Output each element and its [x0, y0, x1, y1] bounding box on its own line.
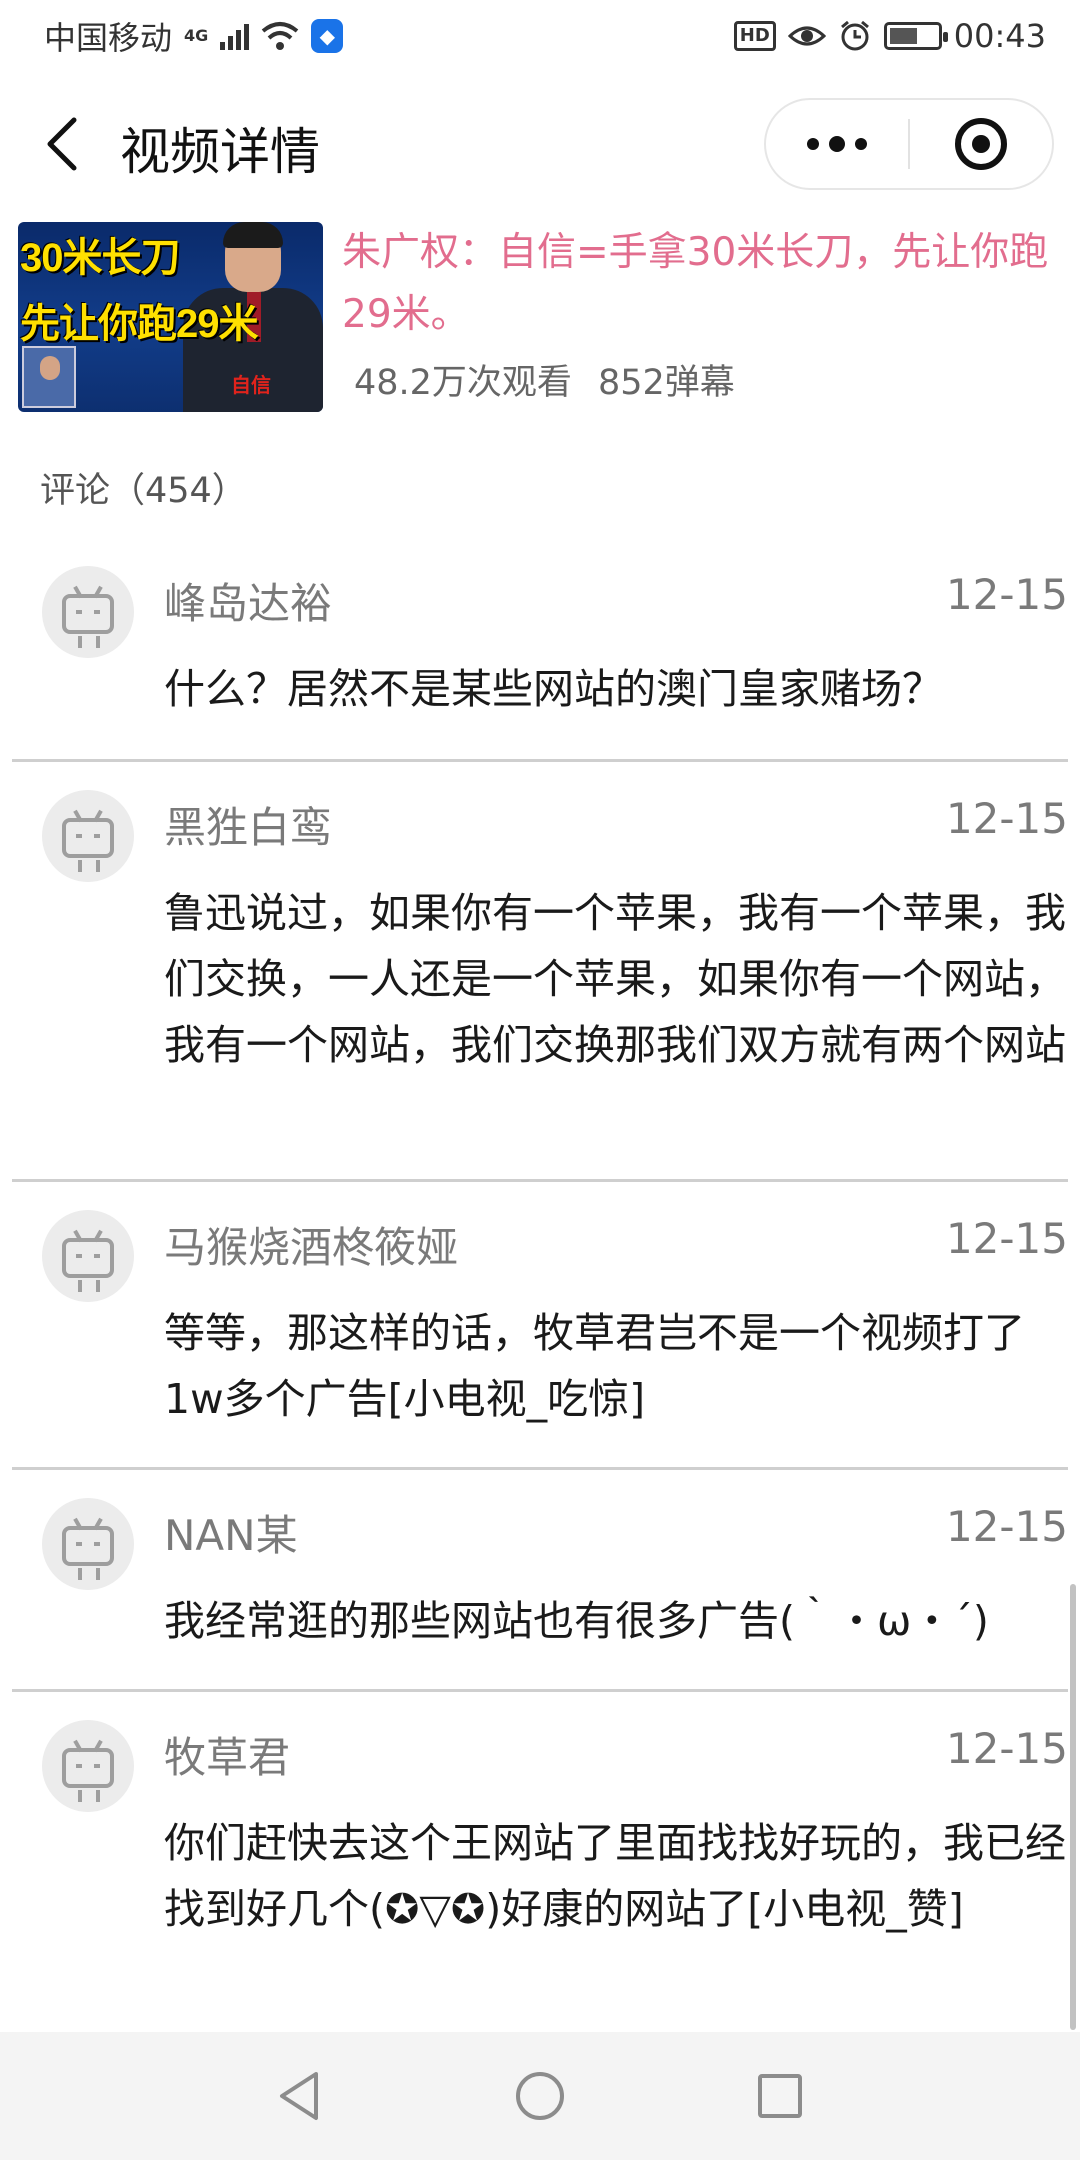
comment-date: 12-15 [945, 794, 1068, 843]
comment-date: 12-15 [945, 1214, 1068, 1263]
alarm-icon [840, 20, 869, 51]
avatar[interactable] [42, 1720, 134, 1812]
hd-icon: HD [733, 21, 776, 51]
battery-icon [883, 22, 948, 50]
comments-header: 评论（454） [40, 471, 247, 511]
status-right: HD 00:43 [733, 17, 1046, 55]
comment-author[interactable]: 牧草君 [164, 1724, 290, 1785]
tv-avatar-icon [62, 818, 114, 858]
thumbnail-inset [22, 346, 76, 408]
signal-icon [220, 22, 250, 50]
nav-back-icon[interactable] [270, 2066, 330, 2126]
network-type: 4G [184, 26, 209, 45]
comment-date: 12-15 [945, 1724, 1068, 1773]
video-meta: 48.2万次观看 852弹幕 [354, 354, 735, 405]
comment-text: 你们赶快去这个王网站了里面找找好玩的，我已经找到好几个(✪▽✪)好康的网站了[小… [164, 1819, 1066, 1933]
eye-icon [787, 26, 826, 46]
scrollbar[interactable] [1070, 1584, 1076, 2030]
comment-text: 等等，那这样的话，牧草君岂不是一个视频打了1w多个广告[小电视_吃惊] [164, 1309, 1025, 1423]
comment-author[interactable]: 黑狌白鸾 [164, 794, 332, 855]
thumbnail-caption-2: 先让你跑29米 [20, 302, 258, 346]
battery-level [889, 28, 918, 44]
avatar[interactable] [42, 1210, 134, 1302]
comment-item[interactable]: 黑狌白鸾 12-15 鲁迅说过，如果你有一个苹果，我有一个苹果，我们交换，一人还… [12, 762, 1068, 1182]
video-card[interactable]: 30米长刀 先让你跑29米 自信 朱广权：自信=手拿30米长刀，先让你跑29米。… [18, 222, 1062, 414]
avatar[interactable] [42, 790, 134, 882]
thumbnail-badge: 自信 [231, 373, 271, 397]
comment-item[interactable]: NAN某 12-15 我经常逛的那些网站也有很多广告(｀・ω・´) [12, 1470, 1068, 1692]
comment-author[interactable]: 马猴烧酒柊筱娅 [164, 1214, 458, 1275]
video-title[interactable]: 朱广权：自信=手拿30米长刀，先让你跑29米。 [342, 222, 1062, 346]
comment-date: 12-15 [945, 1502, 1068, 1551]
video-thumbnail[interactable]: 30米长刀 先让你跑29米 自信 [18, 222, 323, 412]
comment-date: 12-15 [945, 570, 1068, 619]
miniprogram-capsule [764, 98, 1054, 190]
status-bar: 中国移动 4G ◆ HD 00:43 [0, 0, 1080, 72]
nav-home-icon[interactable] [510, 2066, 570, 2126]
clock: 00:43 [953, 17, 1046, 55]
comment-item[interactable]: 马猴烧酒柊筱娅 12-15 等等，那这样的话，牧草君岂不是一个视频打了1w多个广… [12, 1182, 1068, 1470]
comment-item[interactable]: 牧草君 12-15 你们赶快去这个王网站了里面找找好玩的，我已经找到好几个(✪▽… [12, 1692, 1068, 2032]
avatar[interactable] [42, 1498, 134, 1590]
system-nav-bar [0, 2032, 1080, 2160]
comment-text: 我经常逛的那些网站也有很多广告(｀・ω・´) [164, 1597, 989, 1645]
thumbnail-caption-1: 30米长刀 [20, 236, 180, 280]
back-icon[interactable] [40, 114, 84, 174]
status-left: 中国移动 4G ◆ [44, 13, 344, 59]
wifi-icon [262, 22, 299, 50]
tv-avatar-icon [62, 594, 114, 634]
danmaku-count: 852弹幕 [597, 363, 735, 403]
nav-recents-icon[interactable] [750, 2066, 810, 2126]
tv-avatar-icon [62, 1238, 114, 1278]
page-title: 视频详情 [120, 123, 320, 181]
comment-item[interactable]: 峰岛达裕 12-15 什么？居然不是某些网站的澳门皇家赌场？ [12, 538, 1068, 762]
tv-avatar-icon [62, 1526, 114, 1566]
tv-avatar-icon [62, 1748, 114, 1788]
more-icon[interactable] [766, 100, 908, 188]
carrier-label: 中国移动 [44, 19, 173, 57]
comment-author[interactable]: NAN某 [164, 1502, 298, 1563]
close-miniprogram-icon[interactable] [910, 100, 1052, 188]
comment-author[interactable]: 峰岛达裕 [164, 570, 332, 631]
avatar[interactable] [42, 566, 134, 658]
title-bar: 视频详情 [0, 72, 1080, 220]
comment-text: 什么？居然不是某些网站的澳门皇家赌场？ [164, 665, 943, 713]
comment-text: 鲁迅说过，如果你有一个苹果，我有一个苹果，我们交换，一人还是一个苹果，如果你有一… [164, 889, 1066, 1069]
view-count: 48.2万次观看 [354, 363, 572, 403]
security-shield-icon: ◆ [311, 19, 344, 53]
